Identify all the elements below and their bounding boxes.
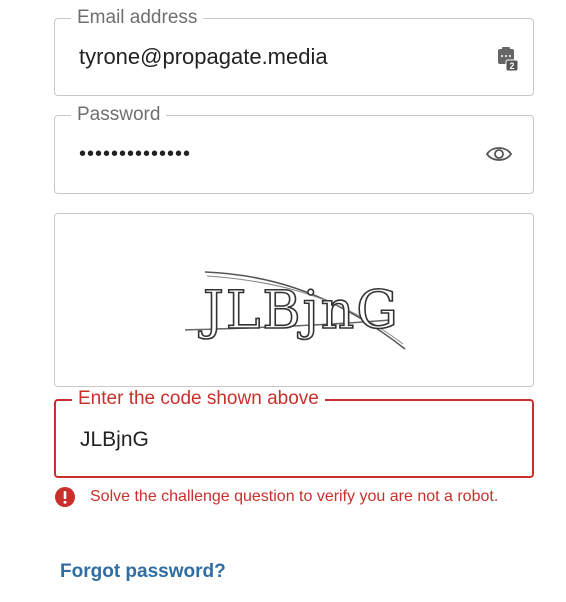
error-icon [55,487,75,507]
captcha-image: JLBjnG [184,271,406,350]
code-field[interactable]: Enter the code shown above JLBjnG [54,388,534,478]
email-input[interactable]: tyrone@propagate.media [79,44,328,70]
password-manager-icon[interactable]: 2 [497,46,519,72]
code-input[interactable]: JLBjnG [80,427,149,453]
password-input[interactable]: •••••••••••••• [79,141,191,167]
email-field[interactable]: Email address tyrone@propagate.media 2 [54,7,534,96]
code-label: Enter the code shown above [72,388,325,410]
captcha-text: JLBjnG [198,281,400,341]
password-manager-badge: 2 [509,61,514,71]
eye-icon[interactable] [485,144,513,164]
password-label: Password [71,104,167,126]
email-label: Email address [71,7,204,29]
captcha-box: JLBjnG [54,213,534,387]
error-text: Solve the challenge question to verify y… [90,488,499,505]
password-field[interactable]: Password •••••••••••••• [54,104,534,194]
forgot-password-link[interactable]: Forgot password? [60,561,226,583]
